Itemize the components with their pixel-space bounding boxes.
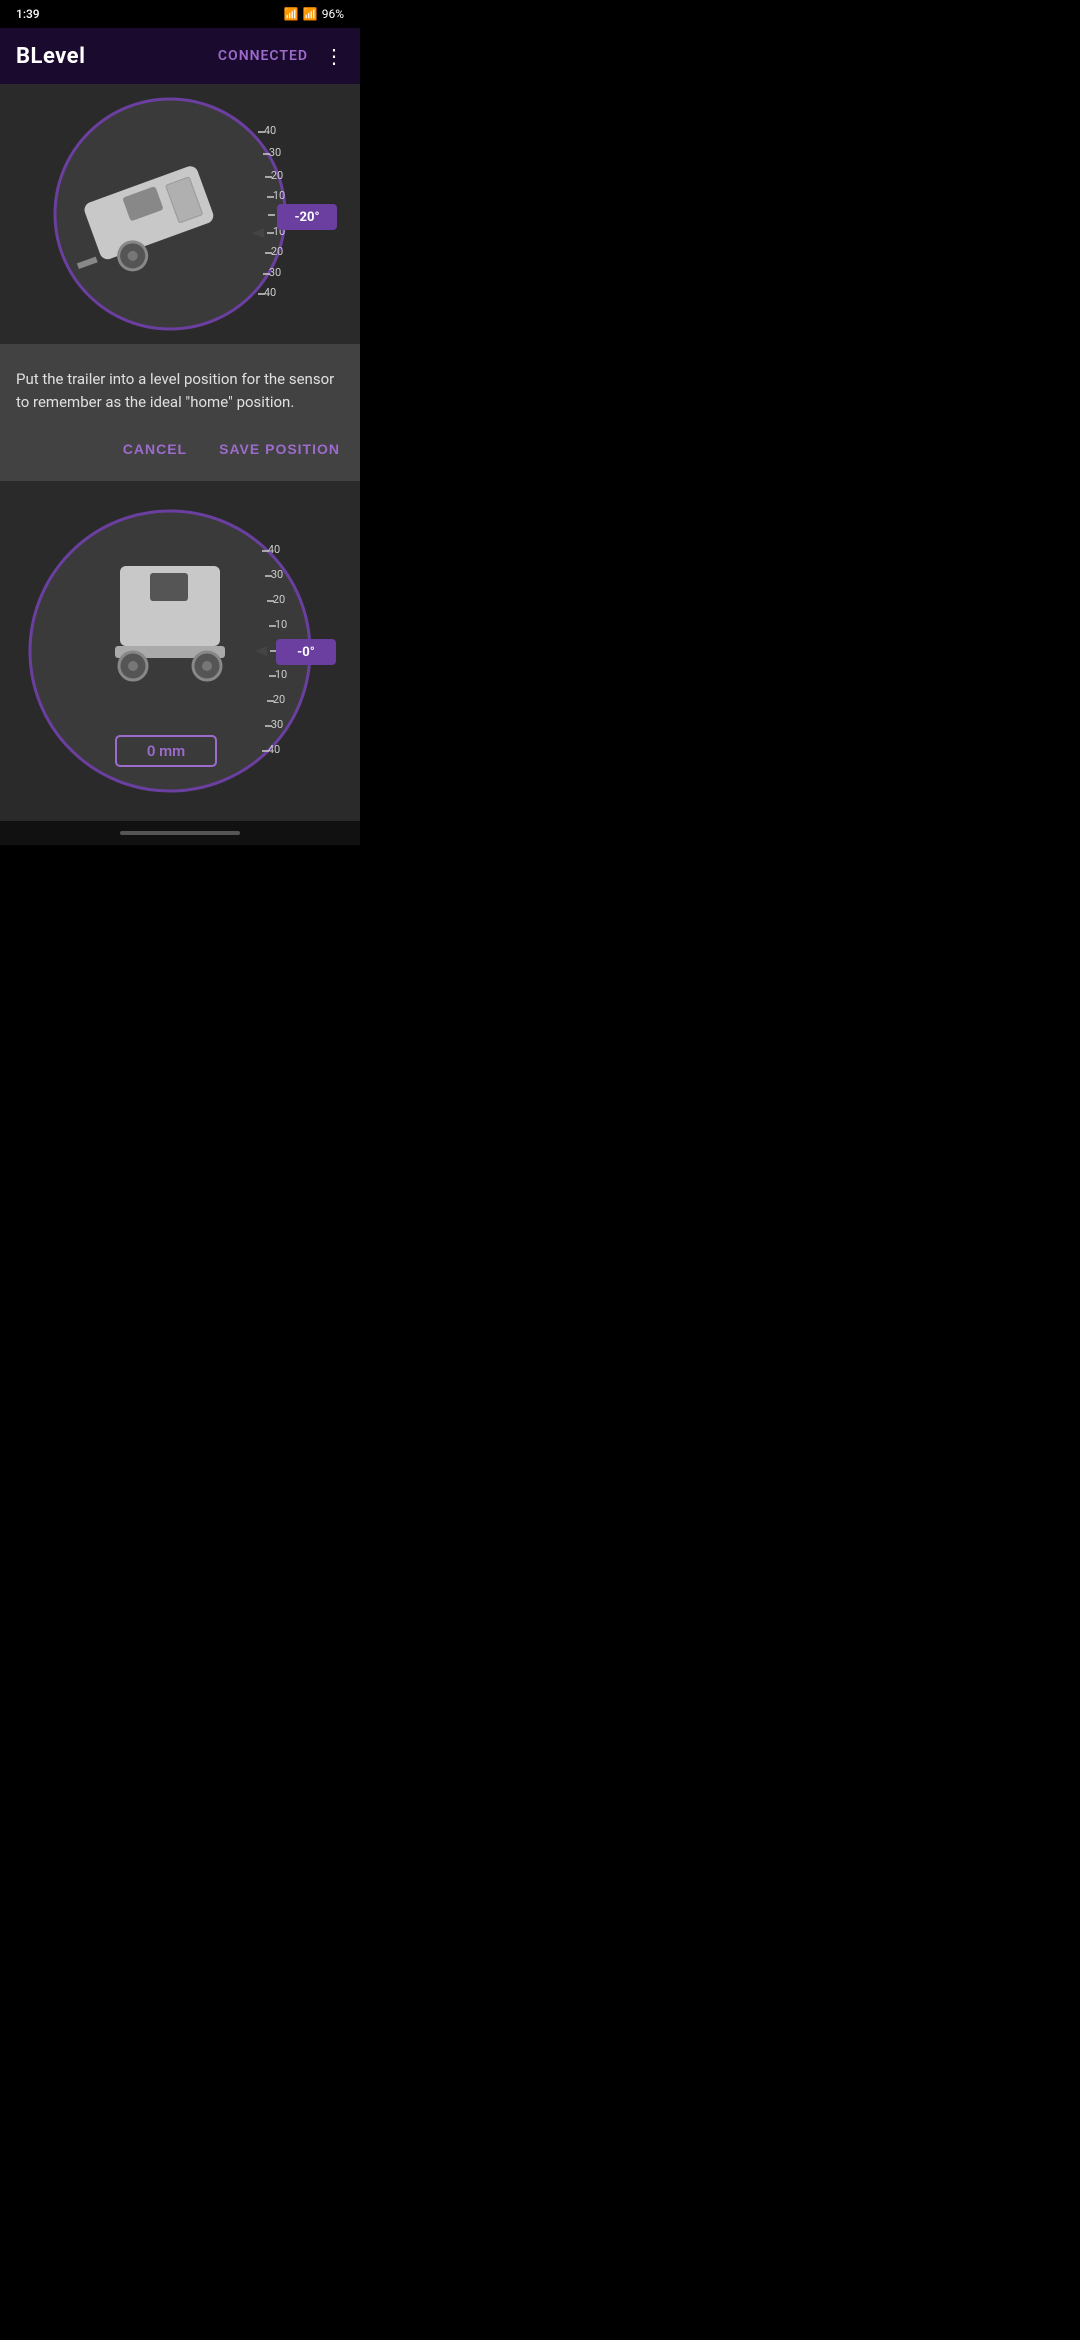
svg-text:40: 40 [268, 543, 280, 556]
svg-text:10: 10 [275, 668, 287, 681]
svg-text:-0°: -0° [297, 645, 315, 660]
svg-text:40: 40 [264, 124, 276, 137]
main-content: 40 30 20 10 0 10 20 [0, 84, 360, 821]
dialog-actions: CANCEL SAVE POSITION [16, 433, 344, 465]
svg-text:10: 10 [275, 618, 287, 631]
svg-text:40: 40 [268, 743, 280, 756]
status-bar: 1:39 📶 📶 96% [0, 0, 360, 28]
connected-status: CONNECTED [218, 48, 308, 64]
svg-text:20: 20 [273, 593, 285, 606]
svg-text:30: 30 [271, 718, 283, 731]
signal-icon: 📶 [303, 7, 318, 21]
gauge-side-view: 40 30 20 10 0 10 20 [0, 84, 360, 344]
svg-text:20: 20 [273, 693, 285, 706]
svg-text:20: 20 [271, 169, 283, 182]
dialog: Put the trailer into a level position fo… [0, 344, 360, 481]
cancel-button[interactable]: CANCEL [119, 433, 191, 465]
battery-label: 96% [322, 7, 344, 21]
svg-text:10: 10 [273, 189, 285, 202]
gauge2-svg: 40 30 20 10 0 10 20 [20, 481, 340, 821]
app-title: BLevel [16, 44, 85, 69]
page-wrapper: 1:39 📶 📶 96% BLevel CONNECTED ⋮ [0, 0, 360, 845]
svg-text:-20°: -20° [294, 210, 319, 225]
menu-icon[interactable]: ⋮ [324, 44, 344, 68]
svg-text:0 mm: 0 mm [147, 742, 185, 760]
status-time: 1:39 [16, 7, 40, 21]
svg-text:30: 30 [269, 146, 281, 159]
app-bar-right: CONNECTED ⋮ [218, 44, 344, 68]
svg-text:30: 30 [271, 568, 283, 581]
svg-text:20: 20 [271, 245, 283, 258]
gauge1-svg: 40 30 20 10 0 10 20 [20, 84, 340, 344]
dialog-message: Put the trailer into a level position fo… [16, 368, 344, 413]
status-icons: 📶 📶 96% [284, 7, 344, 21]
app-bar: BLevel CONNECTED ⋮ [0, 28, 360, 84]
wifi-icon: 📶 [284, 7, 299, 21]
bottom-nav [0, 821, 360, 845]
nav-pill [120, 831, 240, 835]
svg-text:30: 30 [269, 266, 281, 279]
gauge-rear-view: 40 30 20 10 0 10 20 [0, 481, 360, 821]
svg-text:40: 40 [264, 286, 276, 299]
save-position-button[interactable]: SAVE POSITION [215, 433, 344, 465]
